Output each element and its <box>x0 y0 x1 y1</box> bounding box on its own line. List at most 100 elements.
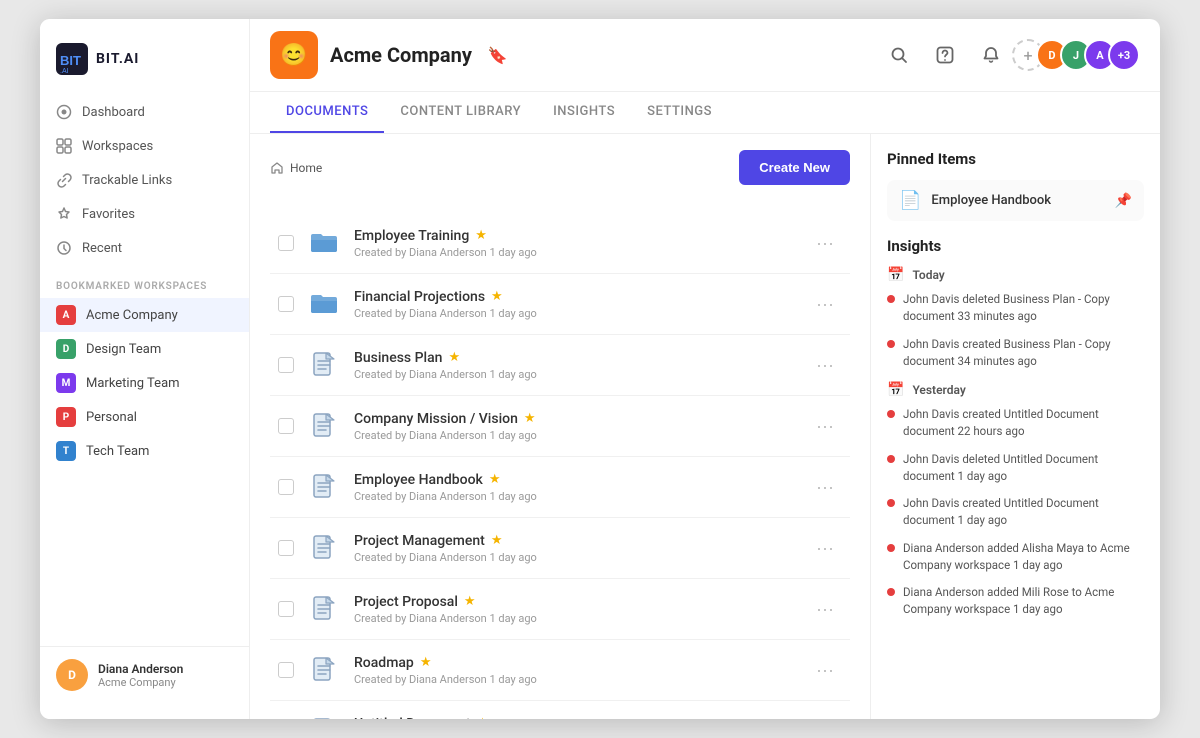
star-icon[interactable]: ★ <box>491 533 503 548</box>
content-area: Home Create New Employee Training ★ Crea… <box>250 134 1160 719</box>
document-item: Financial Projections ★ Created by Diana… <box>270 274 850 335</box>
workspace-acme[interactable]: A Acme Company <box>40 298 249 332</box>
document-item: Untitled Document ★ Created by Diana And… <box>270 701 850 719</box>
more-options-button[interactable]: ··· <box>808 534 842 563</box>
tab-content-library[interactable]: CONTENT LIBRARY <box>384 92 537 133</box>
doc-icon <box>306 591 342 627</box>
file-icon <box>309 411 339 441</box>
avatars-group: + D J A +3 <box>1020 39 1140 71</box>
workspace-badge-acme: A <box>56 305 76 325</box>
calendar-icon: 📅 <box>887 382 904 398</box>
file-icon <box>309 472 339 502</box>
insight-entry: John Davis created Untitled Document doc… <box>887 406 1144 441</box>
doc-icon <box>306 286 342 322</box>
breadcrumb-home[interactable]: Home <box>290 161 322 175</box>
more-options-button[interactable]: ··· <box>808 290 842 319</box>
pin-remove-button[interactable]: 📌 <box>1115 193 1132 209</box>
workspace-tech[interactable]: T Tech Team <box>40 434 249 468</box>
workspace-badge-design: D <box>56 339 76 359</box>
file-icon <box>309 594 339 624</box>
star-icon[interactable]: ★ <box>524 411 536 426</box>
doc-checkbox[interactable] <box>278 601 294 617</box>
more-options-button[interactable]: ··· <box>808 595 842 624</box>
more-options-button[interactable]: ··· <box>808 656 842 685</box>
insight-text: John Davis deleted Untitled Document doc… <box>903 451 1144 486</box>
home-icon <box>270 161 284 175</box>
insights-date-label: Today <box>912 268 944 282</box>
star-icon[interactable]: ★ <box>489 472 501 487</box>
workspace-badge-personal: P <box>56 407 76 427</box>
document-item: Project Proposal ★ Created by Diana Ande… <box>270 579 850 640</box>
doc-checkbox[interactable] <box>278 357 294 373</box>
tab-documents[interactable]: DOCUMENTS <box>270 92 384 133</box>
star-icon[interactable]: ★ <box>420 655 432 670</box>
insight-entry: John Davis deleted Business Plan - Copy … <box>887 291 1144 326</box>
extra-count[interactable]: +3 <box>1108 39 1140 71</box>
logo-icon: BIT .AI <box>56 43 88 75</box>
star-icon[interactable]: ★ <box>448 350 460 365</box>
sidebar-item-dashboard[interactable]: Dashboard <box>40 95 249 129</box>
doc-name: Company Mission / Vision ★ <box>354 411 796 427</box>
doc-meta: Created by Diana Anderson 1 day ago <box>354 246 796 259</box>
doc-meta: Created by Diana Anderson 1 day ago <box>354 673 796 686</box>
workspace-badge-tech: T <box>56 441 76 461</box>
doc-checkbox[interactable] <box>278 479 294 495</box>
workspace-marketing[interactable]: M Marketing Team <box>40 366 249 400</box>
insight-dot <box>887 455 895 463</box>
more-options-button[interactable]: ··· <box>808 473 842 502</box>
bookmark-icon[interactable]: 🔖 <box>488 46 508 65</box>
sidebar-item-favorites[interactable]: Favorites <box>40 197 249 231</box>
help-button[interactable] <box>928 38 962 72</box>
insight-text: John Davis deleted Business Plan - Copy … <box>903 291 1144 326</box>
workspace-title: Acme Company <box>330 43 472 67</box>
workspace-design[interactable]: D Design Team <box>40 332 249 366</box>
sidebar-item-trackable-links[interactable]: Trackable Links <box>40 163 249 197</box>
sidebar-item-workspaces[interactable]: Workspaces <box>40 129 249 163</box>
doc-checkbox[interactable] <box>278 296 294 312</box>
insight-dot <box>887 340 895 348</box>
sidebar-item-recent[interactable]: Recent <box>40 231 249 265</box>
doc-meta: Created by Diana Anderson 1 day ago <box>354 612 796 625</box>
tab-settings[interactable]: SETTINGS <box>631 92 728 133</box>
file-icon <box>309 716 339 719</box>
doc-checkbox[interactable] <box>278 662 294 678</box>
favorites-icon <box>56 206 72 222</box>
doc-checkbox[interactable] <box>278 235 294 251</box>
star-icon[interactable]: ★ <box>491 289 503 304</box>
doc-icon <box>306 408 342 444</box>
more-options-button[interactable]: ··· <box>808 717 842 720</box>
user-company: Acme Company <box>98 676 183 689</box>
calendar-icon: 📅 <box>887 267 904 283</box>
create-new-button[interactable]: Create New <box>739 150 850 185</box>
doc-name: Financial Projections ★ <box>354 289 796 305</box>
tab-insights[interactable]: INSIGHTS <box>537 92 631 133</box>
search-button[interactable] <box>882 38 916 72</box>
file-icon <box>309 655 339 685</box>
insights-date-label: Yesterday <box>912 383 965 397</box>
pinned-item-name[interactable]: Employee Handbook <box>931 193 1104 208</box>
workspace-name-marketing: Marketing Team <box>86 376 180 391</box>
document-item: Employee Handbook ★ Created by Diana And… <box>270 457 850 518</box>
workspaces-icon <box>56 138 72 154</box>
insights-date: 📅 Yesterday <box>887 382 1144 398</box>
notifications-button[interactable] <box>974 38 1008 72</box>
doc-checkbox[interactable] <box>278 418 294 434</box>
doc-meta: Created by Diana Anderson 1 day ago <box>354 551 796 564</box>
insight-text: John Davis created Untitled Document doc… <box>903 495 1144 530</box>
star-icon[interactable]: ★ <box>475 228 487 243</box>
star-icon[interactable]: ★ <box>464 594 476 609</box>
insight-dot <box>887 499 895 507</box>
more-options-button[interactable]: ··· <box>808 229 842 258</box>
breadcrumb: Home <box>270 161 322 175</box>
insights-section: 📅 Today John Davis deleted Business Plan… <box>887 267 1144 370</box>
more-options-button[interactable]: ··· <box>808 412 842 441</box>
doc-meta: Created by Diana Anderson 1 day ago <box>354 368 796 381</box>
trackable-links-label: Trackable Links <box>82 173 172 188</box>
workspace-personal[interactable]: P Personal <box>40 400 249 434</box>
star-icon[interactable]: ★ <box>477 716 489 719</box>
doc-checkbox[interactable] <box>278 540 294 556</box>
doc-meta: Created by Diana Anderson 1 day ago <box>354 429 796 442</box>
more-options-button[interactable]: ··· <box>808 351 842 380</box>
doc-icon <box>306 347 342 383</box>
insight-text: John Davis created Untitled Document doc… <box>903 406 1144 441</box>
